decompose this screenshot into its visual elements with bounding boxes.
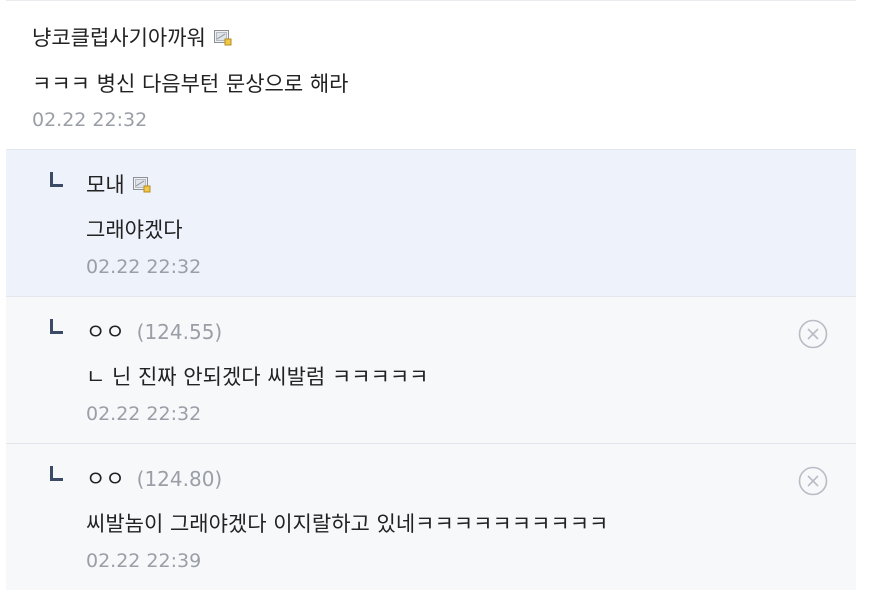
reply-item: ㅇㅇ (124.80) 씨발놈이 그래야겠다 이지랄하고 있네ㅋㅋㅋㅋㅋㅋㅋㅋㅋㅋ… (6, 444, 856, 590)
comment-author[interactable]: 냥코클럽사기아까워 (32, 22, 232, 52)
reply-author-name[interactable]: 모내 (86, 173, 125, 197)
reply-text: ㄴ 닌 진짜 안되겠다 씨발럼 ㅋㅋㅋㅋㅋ (86, 365, 429, 389)
comment-author-name[interactable]: 냥코클럽사기아까워 (32, 26, 206, 50)
reply-author-ip: (124.55) (136, 320, 223, 344)
comment-text: ㅋㅋㅋ 병신 다음부턴 문상으로 해라 (32, 72, 349, 96)
reply-timestamp: 02.22 22:32 (86, 403, 202, 425)
reply-item: ㅇㅇ (124.55) ㄴ 닌 진짜 안되겠다 씨발럼 ㅋㅋㅋㅋㅋ 02.22 2… (6, 297, 856, 444)
reply-timestamp: 02.22 22:39 (86, 550, 202, 572)
reply-arrow-icon (50, 466, 64, 484)
reply-author[interactable]: ㅇㅇ (124.55) (86, 316, 222, 346)
reply-arrow-icon (50, 172, 64, 190)
reply-author[interactable]: ㅇㅇ (124.80) (86, 463, 222, 493)
delete-circle-x-icon[interactable] (798, 466, 828, 496)
comment-timestamp: 02.22 22:32 (32, 109, 148, 131)
comment-item: 냥코클럽사기아까워 ㅋㅋㅋ 병신 다음부턴 문상으로 해라 02.22 22:3… (6, 0, 856, 150)
reply-item: 모내 그래야겠다 02.22 22:32 (6, 150, 856, 297)
reply-text: 그래야겠다 (86, 218, 183, 242)
reply-text: 씨발놈이 그래야겠다 이지랄하고 있네ㅋㅋㅋㅋㅋㅋㅋㅋㅋㅋ (86, 512, 609, 536)
reply-author[interactable]: 모내 (86, 169, 151, 199)
reply-author-name[interactable]: ㅇㅇ (86, 467, 125, 491)
comment-thread: 냥코클럽사기아까워 ㅋㅋㅋ 병신 다음부턴 문상으로 해라 02.22 22:3… (6, 0, 856, 590)
reply-timestamp: 02.22 22:32 (86, 256, 202, 278)
memo-icon (213, 30, 232, 46)
memo-icon (132, 177, 151, 193)
reply-arrow-icon (50, 319, 64, 337)
delete-circle-x-icon[interactable] (798, 319, 828, 349)
reply-author-ip: (124.80) (136, 467, 223, 491)
reply-author-name[interactable]: ㅇㅇ (86, 320, 125, 344)
